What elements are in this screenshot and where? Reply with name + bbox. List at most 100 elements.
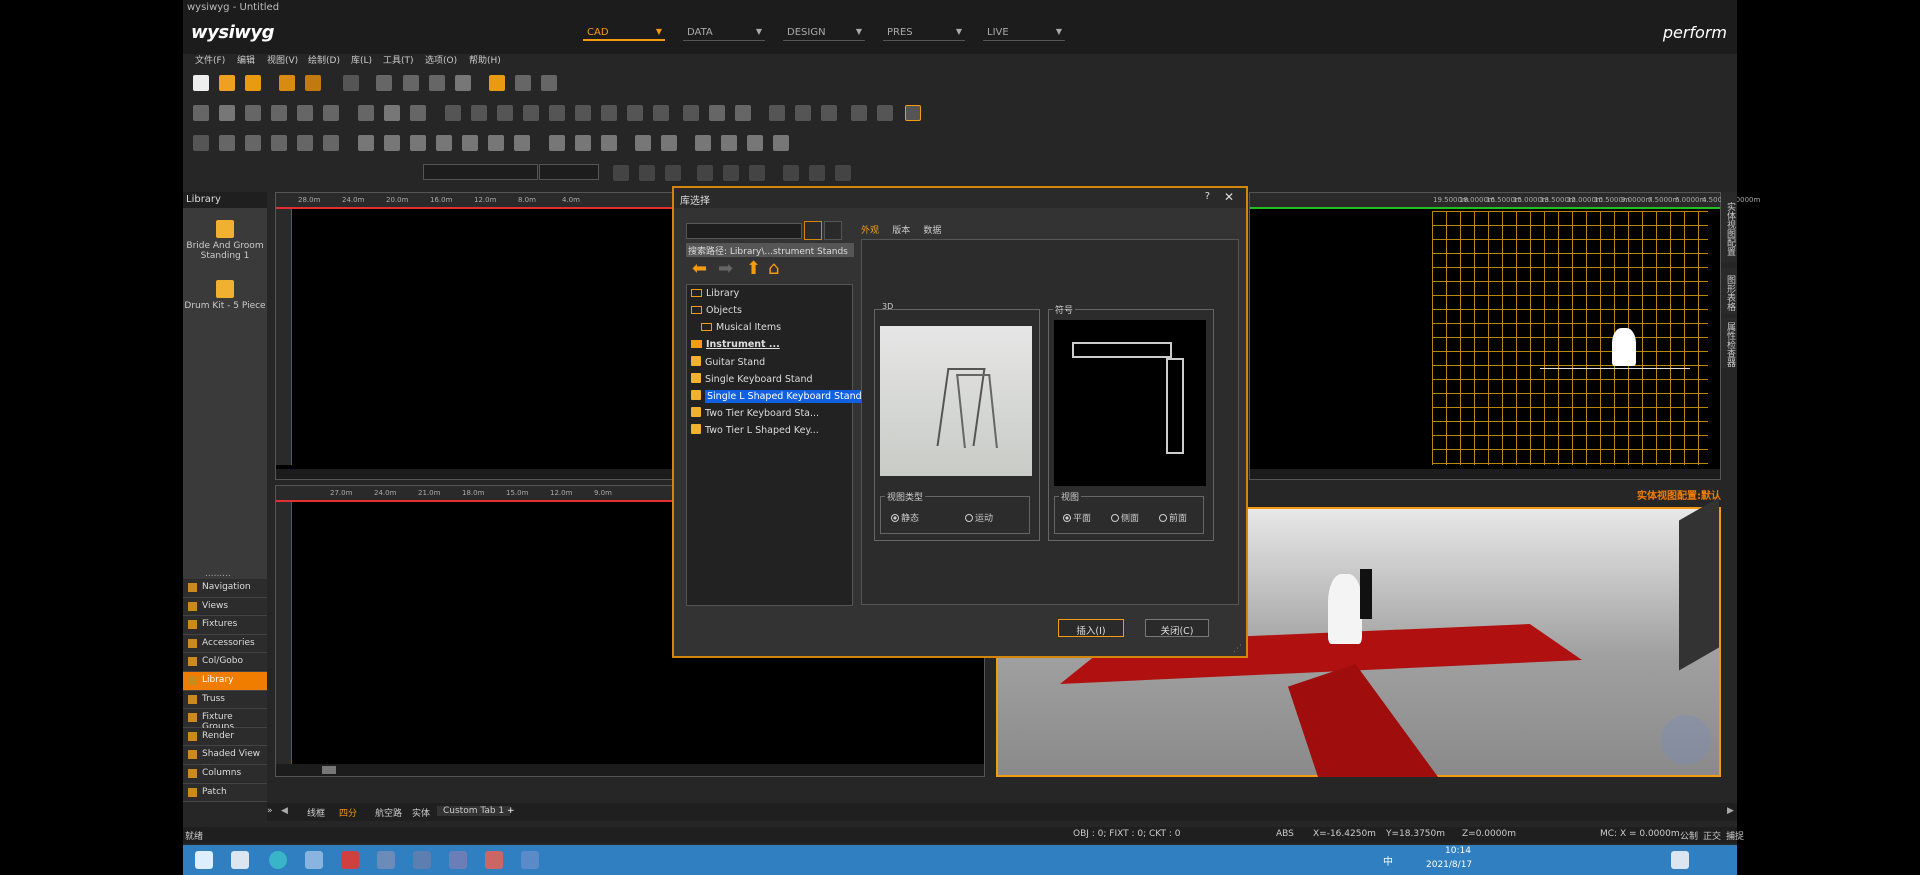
- redo-icon[interactable]: [515, 75, 531, 91]
- help-button[interactable]: ?: [1205, 191, 1210, 202]
- snap-icon[interactable]: [653, 105, 669, 121]
- library-item-bride-groom[interactable]: Bride And Groom Standing 1: [183, 220, 267, 261]
- menu-library[interactable]: 库(L): [351, 53, 372, 66]
- shape-icon[interactable]: [462, 135, 478, 151]
- y-axis-icon[interactable]: [709, 105, 725, 121]
- tab-appearance[interactable]: 外观: [861, 226, 879, 236]
- measure-icon[interactable]: [905, 105, 921, 121]
- pipe-icon[interactable]: [549, 135, 565, 151]
- view-compass-icon[interactable]: [1661, 715, 1711, 765]
- paste-icon[interactable]: [429, 75, 445, 91]
- library-item-drum-kit[interactable]: Drum Kit - 5 Piece: [183, 280, 267, 311]
- nav-item-truss[interactable]: Truss: [183, 690, 267, 710]
- shape-icon[interactable]: [384, 135, 400, 151]
- text-style-icon[interactable]: [697, 165, 713, 181]
- text-style-icon[interactable]: [783, 165, 799, 181]
- shape-icon[interactable]: [436, 135, 452, 151]
- underline-icon[interactable]: [665, 165, 681, 181]
- search-input[interactable]: [686, 223, 802, 239]
- snap-icon[interactable]: [523, 105, 539, 121]
- status-ortho[interactable]: 正交: [1703, 829, 1721, 842]
- pipe-icon[interactable]: [575, 135, 591, 151]
- tool-icon[interactable]: [877, 105, 893, 121]
- tab-data[interactable]: 数据: [923, 226, 941, 236]
- app-icon[interactable]: [377, 851, 395, 869]
- save-icon[interactable]: [245, 75, 261, 91]
- nav-item-columns[interactable]: Columns: [183, 764, 267, 784]
- nav-item-patch[interactable]: Patch: [183, 783, 267, 803]
- app-icon[interactable]: [485, 851, 503, 869]
- italic-icon[interactable]: [639, 165, 655, 181]
- tree-node-musical-items[interactable]: Musical Items: [701, 322, 781, 338]
- status-snap[interactable]: 捕捉: [1726, 829, 1744, 842]
- nav-item-fixtures[interactable]: Fixtures: [183, 616, 267, 635]
- tab-flight-path[interactable]: 航空路: [375, 806, 402, 819]
- side-tab-inspector[interactable]: 属性检查器: [1721, 318, 1737, 368]
- print-icon[interactable]: [305, 75, 321, 91]
- close-icon[interactable]: ✕: [1224, 190, 1234, 204]
- tab-custom-1[interactable]: Custom Tab 1: [437, 806, 511, 816]
- radio-motion[interactable]: 运动: [965, 511, 993, 524]
- cube-icon[interactable]: [323, 105, 339, 121]
- fixture-icon[interactable]: [773, 135, 789, 151]
- cube-icon[interactable]: [358, 105, 374, 121]
- rectangle-icon[interactable]: [271, 135, 287, 151]
- undo-icon[interactable]: [489, 75, 505, 91]
- tree-node-objects[interactable]: Objects: [691, 305, 742, 321]
- side-tab-graphic-table[interactable]: 图形表格: [1721, 268, 1737, 314]
- mode-tab-design[interactable]: DESIGN ▼: [783, 27, 865, 41]
- tree-node-library[interactable]: Library: [691, 288, 739, 304]
- nav-item-library[interactable]: Library: [183, 671, 267, 691]
- tab-wireframe[interactable]: 线框: [307, 806, 325, 819]
- insert-button[interactable]: 插入(I): [1058, 619, 1124, 637]
- menu-tools[interactable]: 工具(T): [383, 53, 414, 66]
- side-tab-entity-view[interactable]: 实体视图配置: [1721, 192, 1737, 262]
- z-axis-icon[interactable]: [735, 105, 751, 121]
- tree-node-single-l-keyboard-stand[interactable]: Single L Shaped Keyboard Stand: [691, 390, 864, 406]
- copy-icon[interactable]: [403, 75, 419, 91]
- mode-tab-live[interactable]: LIVE ▼: [983, 27, 1065, 41]
- new-file-icon[interactable]: [193, 75, 209, 91]
- fixture-icon[interactable]: [635, 135, 651, 151]
- radio-static[interactable]: 静态: [891, 511, 919, 524]
- back-arrow-icon[interactable]: ⬅: [692, 258, 707, 279]
- tab-solid[interactable]: 实体: [412, 806, 430, 819]
- snap-icon[interactable]: [445, 105, 461, 121]
- radio-front[interactable]: 前面: [1159, 511, 1187, 524]
- snap-icon[interactable]: [549, 105, 565, 121]
- tree-node-single-keyboard-stand[interactable]: Single Keyboard Stand: [691, 373, 813, 389]
- cube-icon[interactable]: [410, 105, 426, 121]
- bold-icon[interactable]: [613, 165, 629, 181]
- cube-icon[interactable]: [245, 105, 261, 121]
- line-icon[interactable]: [219, 135, 235, 151]
- tree-node-guitar-stand[interactable]: Guitar Stand: [691, 356, 765, 372]
- render-icon[interactable]: [343, 75, 359, 91]
- cube-icon[interactable]: [193, 105, 209, 121]
- font-select[interactable]: [423, 164, 538, 180]
- shape-icon[interactable]: [410, 135, 426, 151]
- close-button[interactable]: 关闭(C): [1145, 619, 1209, 637]
- cut-icon[interactable]: [376, 75, 392, 91]
- nav-item-navigation[interactable]: Navigation: [183, 579, 267, 598]
- radio-plan[interactable]: 平面: [1063, 511, 1091, 524]
- tool-icon[interactable]: [795, 105, 811, 121]
- menu-file[interactable]: 文件(F): [195, 53, 225, 66]
- menu-view[interactable]: 视图(V): [267, 53, 298, 66]
- fixture-icon[interactable]: [721, 135, 737, 151]
- grid-icon[interactable]: [851, 105, 867, 121]
- point-icon[interactable]: [193, 135, 209, 151]
- clear-search-icon[interactable]: [824, 221, 842, 240]
- text-style-icon[interactable]: [809, 165, 825, 181]
- fixture-icon[interactable]: [661, 135, 677, 151]
- cube-icon[interactable]: [384, 105, 400, 121]
- snap-icon[interactable]: [601, 105, 617, 121]
- text-icon[interactable]: [297, 135, 313, 151]
- dimension-icon[interactable]: [323, 135, 339, 151]
- menu-edit[interactable]: 编辑: [237, 53, 255, 66]
- tree-node-instrument[interactable]: Instrument ...: [691, 339, 780, 355]
- snap-icon[interactable]: [471, 105, 487, 121]
- radio-side[interactable]: 侧面: [1111, 511, 1139, 524]
- tree-node-two-tier-l-keyboard[interactable]: Two Tier L Shaped Key...: [691, 424, 819, 440]
- app-w-icon[interactable]: [341, 851, 359, 869]
- panel-splitter[interactable]: .........: [205, 569, 231, 579]
